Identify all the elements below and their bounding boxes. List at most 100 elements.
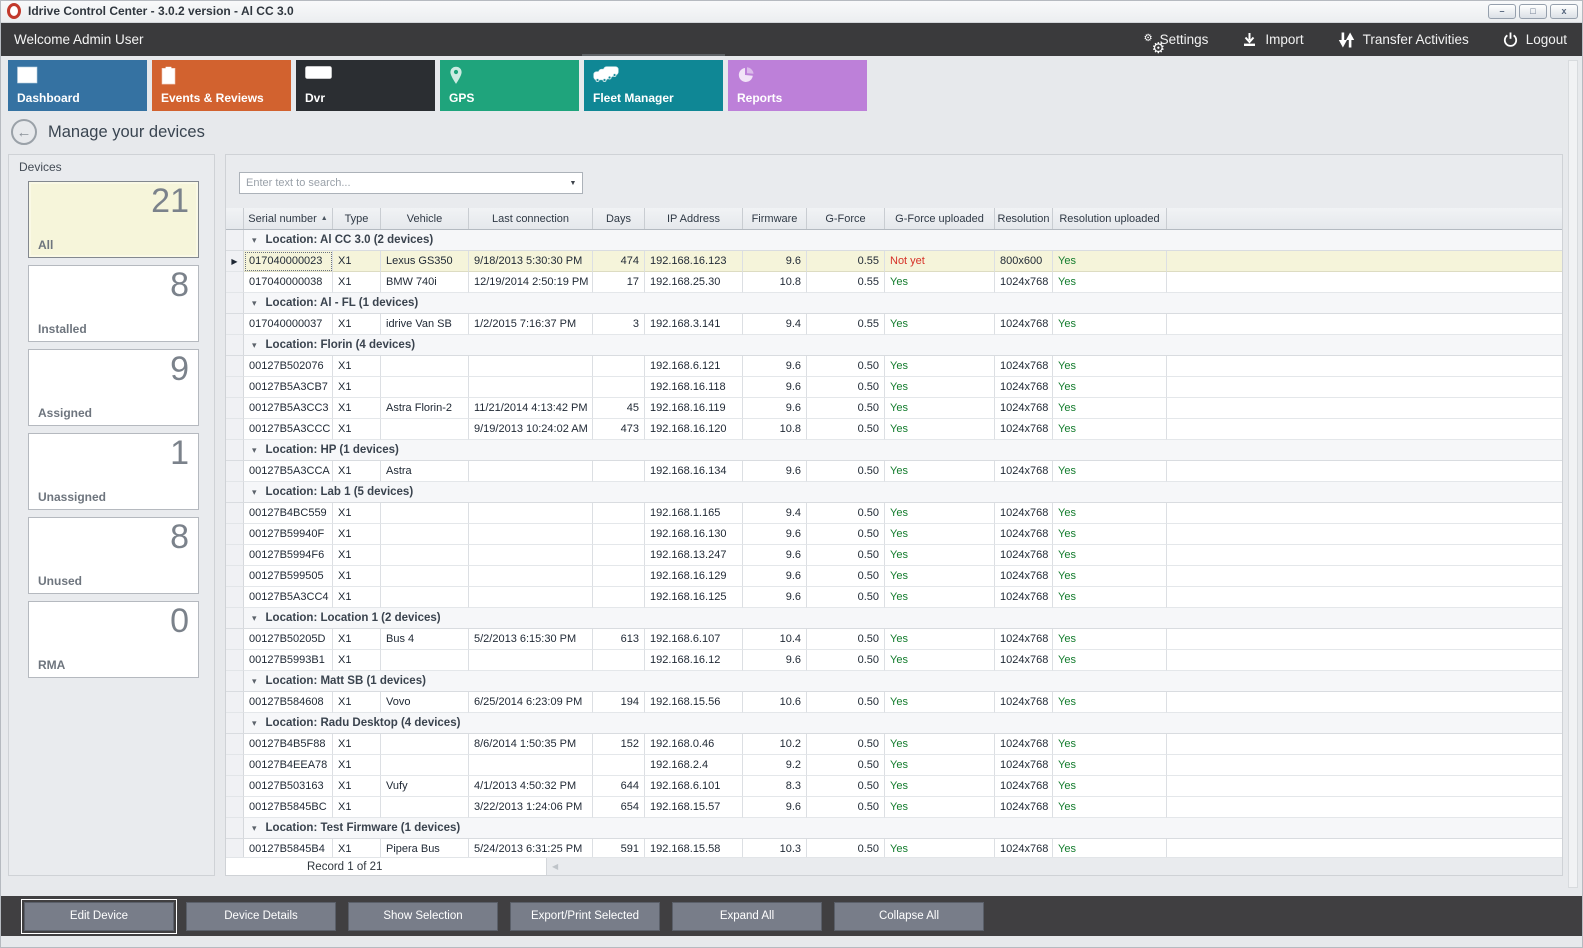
horizontal-scrollbar[interactable]: ◀ [546,858,1562,875]
device-filter-card-unassigned[interactable]: 1 Unassigned [28,433,199,510]
cell-last-connection: 9/18/2013 5:30:30 PM [469,251,593,272]
nav-prev-button[interactable] [280,862,287,871]
cell-serial: 00127B59940F [244,524,333,545]
tab-dvr[interactable]: Dvr [296,60,435,111]
collapse-all-button[interactable]: Collapse All [834,902,984,931]
column-header-serial-number[interactable]: Serial number▲ [244,208,333,229]
group-row[interactable]: ▾ Location: Florin (4 devices) [226,335,1562,356]
tab-dashboard[interactable]: Dashboard [8,60,147,111]
device-row[interactable]: 00127B4EEA78X1192.168.2.49.20.50Yes1024x… [226,755,1562,776]
device-filter-card-unused[interactable]: 8 Unused [28,517,199,594]
column-header-days[interactable]: Days [593,208,645,229]
device-row[interactable]: 00127B4BC559X1192.168.1.1659.40.50Yes102… [226,503,1562,524]
device-filter-card-all[interactable]: 21 All [28,181,199,258]
device-row[interactable]: 00127B4B5F88X18/6/2014 1:50:35 PM152192.… [226,734,1562,755]
close-button[interactable]: x [1550,4,1578,19]
group-row[interactable]: ▾ Location: Matt SB (1 devices) [226,671,1562,692]
tab-reports[interactable]: Reports [728,60,867,111]
tab-events-reviews[interactable]: Events & Reviews [152,60,291,111]
column-header-g-force-uploaded[interactable]: G-Force uploaded [885,208,995,229]
device-row[interactable]: ▶017040000023X1Lexus GS3509/18/2013 5:30… [226,251,1562,272]
nav-prev-page-button[interactable] [258,862,270,871]
device-row[interactable]: 00127B503163X1Vufy4/1/2013 4:50:32 PM644… [226,776,1562,797]
cell-firmware: 9.6 [743,545,807,566]
cell-last-connection [469,587,593,608]
cell-days [593,356,645,377]
device-row[interactable]: 00127B5A3CC3X1Astra Florin-211/21/2014 4… [226,398,1562,419]
group-label: Location: Florin (4 devices) [266,339,416,351]
cell-filler [1167,356,1562,377]
settings-action[interactable]: ⚙⚙ Settings [1152,32,1209,48]
group-row[interactable]: ▾ Location: Lab 1 (5 devices) [226,482,1562,503]
group-row[interactable]: ▾ Location: Al - FL (1 devices) [226,293,1562,314]
cell-resolution-uploaded: Yes [1053,356,1167,377]
device-row[interactable]: 00127B5A3CCCX19/19/2013 10:24:02 AM47319… [226,419,1562,440]
device-row[interactable]: 017040000037X1idrive Van SB1/2/2015 7:16… [226,314,1562,335]
cell-vehicle [381,545,469,566]
tab-gps[interactable]: GPS [440,60,579,111]
device-row[interactable]: 00127B59940FX1192.168.16.1309.60.50Yes10… [226,524,1562,545]
cell-type: X1 [333,524,381,545]
nav-last-button[interactable] [441,862,455,871]
import-icon [1242,32,1257,47]
search-dropdown-icon[interactable]: ▼ [564,173,582,193]
expand-all-button[interactable]: Expand All [672,902,822,931]
maximize-button[interactable]: □ [1519,4,1547,19]
group-row[interactable]: ▾ Location: Radu Desktop (4 devices) [226,713,1562,734]
column-header-ip-address[interactable]: IP Address [645,208,743,229]
cell-serial: 00127B5845BC [244,797,333,818]
column-header-resolution[interactable]: Resolution [995,208,1053,229]
device-row[interactable]: 00127B5993B1X1192.168.16.129.60.50Yes102… [226,650,1562,671]
logout-action[interactable]: Logout [1503,32,1567,48]
cell-ip: 192.168.2.4 [645,755,743,776]
group-label: Location: Radu Desktop (4 devices) [266,717,461,729]
device-row[interactable]: 00127B5A3CCAX1Astra192.168.16.1349.60.50… [226,461,1562,482]
import-action[interactable]: Import [1242,32,1303,48]
column-header-firmware[interactable]: Firmware [743,208,807,229]
nav-first-button[interactable] [234,862,248,871]
device-row[interactable]: 00127B502076X1192.168.6.1219.60.50Yes102… [226,356,1562,377]
column-header-g-force[interactable]: G-Force [807,208,885,229]
device-row[interactable]: 00127B5845B4X1Pipera Bus5/24/2013 6:31:2… [226,839,1562,857]
device-row[interactable]: 00127B5994F6X1192.168.13.2479.60.50Yes10… [226,545,1562,566]
group-row[interactable]: ▾ Location: HP (1 devices) [226,440,1562,461]
device-row[interactable]: 00127B584608X1Vovo6/25/2014 6:23:09 PM19… [226,692,1562,713]
column-header-last-connection[interactable]: Last connection [469,208,593,229]
tab-fleet-manager[interactable]: Fleet Manager [584,60,723,111]
device-filter-card-assigned[interactable]: 9 Assigned [28,349,199,426]
transfer-activities-action[interactable]: rect,polygon{fill:#fff} Transfer Activit… [1338,32,1469,48]
group-row[interactable]: ▾ Location: Al CC 3.0 (2 devices) [226,230,1562,251]
cell-days: 474 [593,251,645,272]
cell-gforce-uploaded: Yes [885,776,995,797]
search-input[interactable] [240,173,564,193]
device-filter-card-installed[interactable]: 8 Installed [28,265,199,342]
device-row[interactable]: 00127B5A3CB7X1192.168.16.1189.60.50Yes10… [226,377,1562,398]
nav-next-button[interactable] [402,862,409,871]
edit-device-button[interactable]: Edit Device [24,902,174,931]
welcome-text: Welcome Admin User [14,32,144,47]
device-row[interactable]: 00127B5845BCX13/22/2013 1:24:06 PM654192… [226,797,1562,818]
group-row[interactable]: ▾ Location: Test Firmware (1 devices) [226,818,1562,839]
vertical-scrollbar[interactable] [1568,60,1578,888]
cell-resolution-uploaded: Yes [1053,314,1167,335]
device-row[interactable]: 00127B50205DX1Bus 45/2/2013 6:15:30 PM61… [226,629,1562,650]
cell-vehicle [381,587,469,608]
column-header-vehicle[interactable]: Vehicle [381,208,469,229]
devices-sidebar: Devices 21 All 8 Installed 9 Assigned 1 … [8,154,215,876]
device-row[interactable]: 017040000038X1BMW 740i12/19/2014 2:50:19… [226,272,1562,293]
column-header-type[interactable]: Type [333,208,381,229]
device-row[interactable]: 00127B599505X1192.168.16.1299.60.50Yes10… [226,566,1562,587]
device-row[interactable]: 00127B5A3CC4X1192.168.16.1259.60.50Yes10… [226,587,1562,608]
minimize-button[interactable]: – [1488,4,1516,19]
column-header-resolution-uploaded[interactable]: Resolution uploaded [1053,208,1167,229]
cell-resolution-uploaded: Yes [1053,650,1167,671]
nav-next-page-button[interactable] [419,862,431,871]
group-row[interactable]: ▾ Location: Location 1 (2 devices) [226,608,1562,629]
device-filter-card-rma[interactable]: 0 RMA [28,601,199,678]
back-button[interactable]: ← [11,119,37,145]
cell-gforce: 0.50 [807,755,885,776]
device-details-button[interactable]: Device Details [186,902,336,931]
export-print-selected-button[interactable]: Export/Print Selected [510,902,660,931]
show-selection-button[interactable]: Show Selection [348,902,498,931]
page-head: ← Manage your devices [11,119,205,145]
